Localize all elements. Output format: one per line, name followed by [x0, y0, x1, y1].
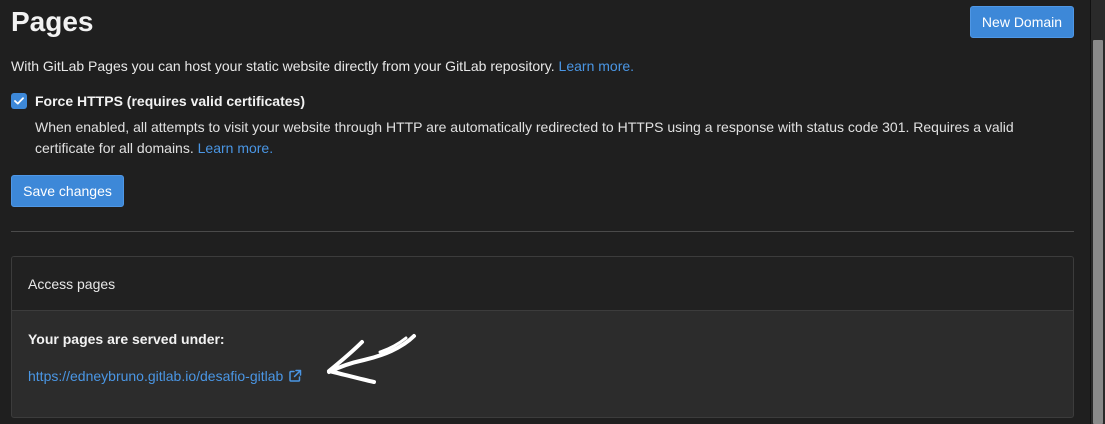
- page-title: Pages: [11, 6, 94, 37]
- new-domain-button[interactable]: New Domain: [970, 6, 1074, 38]
- external-link-icon[interactable]: [288, 369, 302, 383]
- intro-text: With GitLab Pages you can host your stat…: [11, 57, 634, 75]
- check-icon: [14, 97, 24, 105]
- force-https-learn-more-link[interactable]: Learn more.: [198, 140, 273, 156]
- force-https-help-text: When enabled, all attempts to visit your…: [35, 119, 1014, 156]
- pages-url-text[interactable]: https://edneybruno.gitlab.io/desafio-git…: [28, 367, 283, 385]
- scrollbar-thumb[interactable]: [1093, 40, 1103, 424]
- intro-description: With GitLab Pages you can host your stat…: [11, 58, 555, 74]
- access-pages-title: Access pages: [28, 276, 116, 292]
- pages-url-link[interactable]: https://edneybruno.gitlab.io/desafio-git…: [28, 367, 302, 385]
- access-pages-card-header: Access pages: [12, 257, 1073, 311]
- force-https-help: When enabled, all attempts to visit your…: [35, 117, 1055, 159]
- section-divider: [11, 231, 1074, 232]
- access-pages-card: Access pages Your pages are served under…: [11, 256, 1074, 418]
- main-content: Pages New Domain With GitLab Pages you c…: [0, 0, 1090, 424]
- hand-drawn-arrow-annotation: [327, 334, 416, 384]
- force-https-checkbox[interactable]: [11, 93, 27, 109]
- access-pages-card-body: Your pages are served under: https://edn…: [12, 311, 1073, 417]
- pages-settings-page: Pages New Domain With GitLab Pages you c…: [0, 0, 1105, 424]
- vertical-scrollbar[interactable]: [1090, 0, 1105, 424]
- served-under-label: Your pages are served under:: [28, 331, 225, 347]
- save-changes-button[interactable]: Save changes: [11, 175, 124, 207]
- force-https-label[interactable]: Force HTTPS (requires valid certificates…: [35, 92, 305, 110]
- intro-learn-more-link[interactable]: Learn more.: [559, 58, 634, 74]
